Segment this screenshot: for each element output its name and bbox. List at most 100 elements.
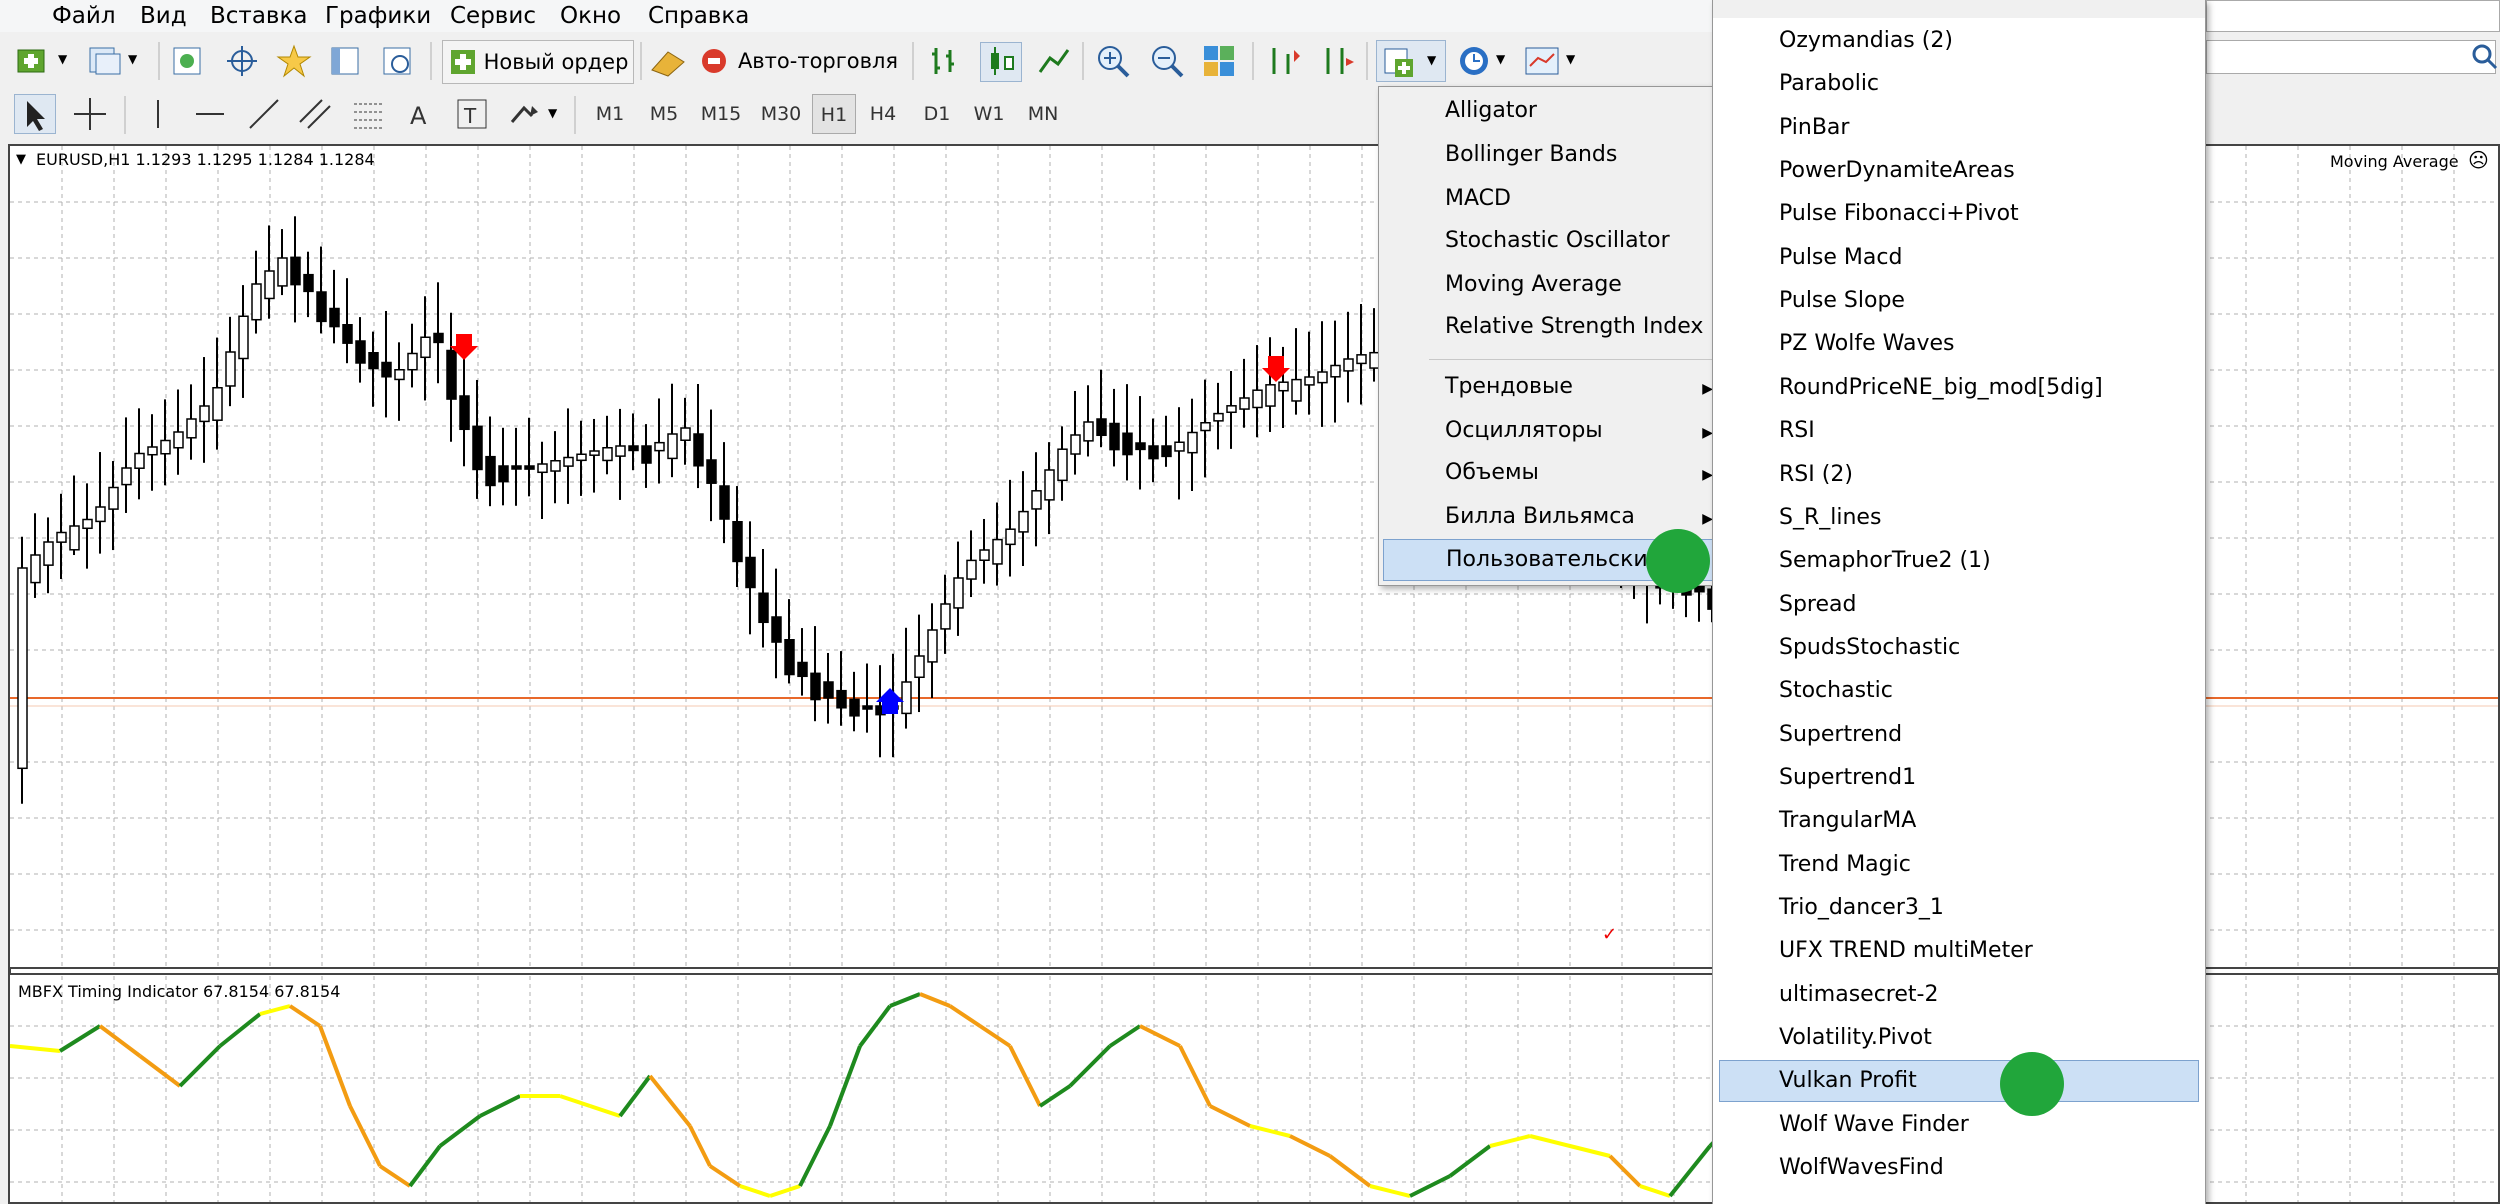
custom-indicator-item[interactable]: Vulkan Profit: [1779, 1061, 1917, 1101]
menu-help[interactable]: Справка: [648, 0, 749, 32]
fibonacci-icon[interactable]: [348, 94, 388, 132]
dropdown-arrow-icon[interactable]: ▼: [128, 52, 137, 66]
candle-body: [368, 352, 379, 370]
indicators-button[interactable]: ▼: [1376, 40, 1446, 82]
meta-editor-icon[interactable]: [648, 42, 688, 80]
templates-icon[interactable]: [1522, 42, 1562, 80]
menu-item-trend[interactable]: Трендовые: [1445, 367, 1715, 407]
arrows-icon[interactable]: [504, 94, 544, 132]
dropdown-arrow-icon[interactable]: ▼: [58, 52, 67, 66]
timeframe-m5[interactable]: M5: [638, 94, 690, 134]
new-order-button[interactable]: Новый ордер: [442, 40, 634, 84]
custom-indicator-item[interactable]: Stochastic: [1779, 671, 1893, 711]
custom-indicator-item[interactable]: UFX TREND multiMeter: [1779, 931, 2033, 971]
candle-body: [511, 465, 522, 470]
custom-indicator-item[interactable]: PZ Wolfe Waves: [1779, 324, 1954, 364]
menu-view[interactable]: Вид: [140, 0, 187, 32]
timeframe-m1[interactable]: M1: [584, 94, 636, 134]
equidistant-channel-icon[interactable]: [296, 94, 336, 132]
custom-indicator-item[interactable]: Pulse Slope: [1779, 281, 1905, 321]
menu-insert[interactable]: Вставка: [210, 0, 307, 32]
custom-indicator-item[interactable]: Trend Magic: [1779, 845, 1911, 885]
oscillator-segment: [828, 1045, 862, 1127]
custom-indicator-item[interactable]: Parabolic: [1779, 64, 1879, 104]
menu-charts[interactable]: Графики: [325, 0, 431, 32]
custom-indicator-item[interactable]: Ozymandias (2): [1779, 21, 1953, 61]
custom-indicator-item[interactable]: Trio_dancer3_1: [1779, 888, 1944, 928]
custom-indicator-item[interactable]: PowerDynamiteAreas: [1779, 151, 2015, 191]
star-icon[interactable]: [274, 42, 314, 80]
crosshair-icon[interactable]: [222, 42, 262, 80]
profiles-icon[interactable]: [84, 42, 124, 80]
custom-indicator-item[interactable]: SpudsStochastic: [1779, 628, 1960, 668]
menu-tools[interactable]: Сервис: [450, 0, 536, 32]
custom-indicator-item[interactable]: Pulse Fibonacci+Pivot: [1779, 194, 2019, 234]
custom-indicator-item[interactable]: Wolf Wave Finder: [1779, 1105, 1969, 1145]
menu-item-moving-average[interactable]: Moving Average: [1445, 265, 1622, 305]
timeframe-h4[interactable]: H4: [858, 94, 908, 134]
dropdown-arrow-icon[interactable]: ▼: [1566, 52, 1575, 66]
menu-item-volumes[interactable]: Объемы: [1445, 453, 1539, 493]
menu-item-alligator[interactable]: Alligator: [1445, 91, 1537, 131]
strategy-tester-icon[interactable]: [378, 42, 418, 80]
new-chart-icon[interactable]: [14, 42, 54, 80]
menu-window[interactable]: Окно: [560, 0, 621, 32]
timeframe-mn[interactable]: MN: [1016, 94, 1070, 134]
menu-item-stochastic[interactable]: Stochastic Oscillator: [1445, 221, 1670, 261]
line-chart-icon[interactable]: [1034, 42, 1074, 80]
menu-item-rsi[interactable]: Relative Strength Index: [1445, 307, 1703, 347]
candle-body: [1148, 445, 1159, 460]
autotrading-icon: [701, 49, 726, 73]
menu-item-bollinger[interactable]: Bollinger Bands: [1445, 135, 1617, 175]
candlestick-icon[interactable]: [980, 42, 1022, 82]
search-icon[interactable]: [2470, 42, 2498, 70]
custom-indicator-item[interactable]: SemaphorTrue2 (1): [1779, 541, 1991, 581]
candle-body: [1252, 389, 1263, 409]
periods-clock-icon[interactable]: [1454, 42, 1494, 80]
navigator-icon[interactable]: [326, 42, 366, 80]
zoom-in-icon[interactable]: [1094, 42, 1134, 80]
custom-indicator-item[interactable]: Spread: [1779, 585, 1856, 625]
candle-body: [641, 445, 652, 464]
custom-indicator-item[interactable]: RSI (2): [1779, 455, 1853, 495]
bar-chart-icon[interactable]: [926, 42, 966, 80]
zoom-out-icon[interactable]: [1148, 42, 1188, 80]
symbol-menu-icon[interactable]: ▼: [16, 152, 26, 167]
market-watch-icon[interactable]: [168, 42, 208, 80]
menu-item-oscillators[interactable]: Осцилляторы: [1445, 411, 1603, 451]
timeframe-h1[interactable]: H1: [812, 94, 856, 134]
dropdown-arrow-icon[interactable]: ▼: [548, 106, 557, 120]
custom-indicator-item[interactable]: PinBar: [1779, 108, 1849, 148]
timeframe-w1[interactable]: W1: [964, 94, 1014, 134]
text-tool-icon[interactable]: A: [400, 94, 440, 132]
trendline-icon[interactable]: [244, 94, 284, 132]
custom-indicator-item[interactable]: S_R_lines: [1779, 498, 1881, 538]
horizontal-line-icon[interactable]: [190, 94, 230, 132]
tile-windows-icon[interactable]: [1200, 42, 1240, 80]
custom-indicator-item[interactable]: WolfWavesFind: [1779, 1148, 1944, 1188]
custom-indicator-item[interactable]: RoundPriceNE_big_mod[5dig]: [1779, 368, 2103, 408]
chart-shift-icon[interactable]: [1318, 42, 1358, 80]
timeframe-m15[interactable]: M15: [692, 94, 750, 134]
cursor-icon[interactable]: [14, 94, 56, 134]
vertical-line-icon[interactable]: [138, 94, 178, 132]
crosshair-tool-icon[interactable]: [70, 94, 110, 132]
custom-indicator-item[interactable]: ultimasecret-2: [1779, 975, 1938, 1015]
menu-item-macd[interactable]: MACD: [1445, 179, 1511, 219]
custom-indicator-item[interactable]: Supertrend1: [1779, 758, 1916, 798]
menu-item-bill-williams[interactable]: Билла Вильямса: [1445, 497, 1635, 537]
autoscroll-icon[interactable]: [1264, 42, 1304, 80]
dropdown-arrow-icon[interactable]: ▼: [1496, 52, 1505, 66]
autotrading-button[interactable]: Авто-торговля: [692, 40, 904, 82]
timeframe-d1[interactable]: D1: [912, 94, 962, 134]
timeframe-m30[interactable]: M30: [752, 94, 810, 134]
custom-indicator-item[interactable]: TrangularMA: [1779, 801, 1916, 841]
candle-body: [849, 698, 860, 717]
search-field[interactable]: [2206, 40, 2496, 74]
text-label-icon[interactable]: T: [452, 94, 492, 132]
menu-file[interactable]: Файл: [52, 0, 116, 32]
custom-indicator-item[interactable]: Volatility.Pivot: [1779, 1018, 1932, 1058]
custom-indicator-item[interactable]: RSI: [1779, 411, 1815, 451]
custom-indicator-item[interactable]: Supertrend: [1779, 715, 1902, 755]
custom-indicator-item[interactable]: Pulse Macd: [1779, 238, 1902, 278]
